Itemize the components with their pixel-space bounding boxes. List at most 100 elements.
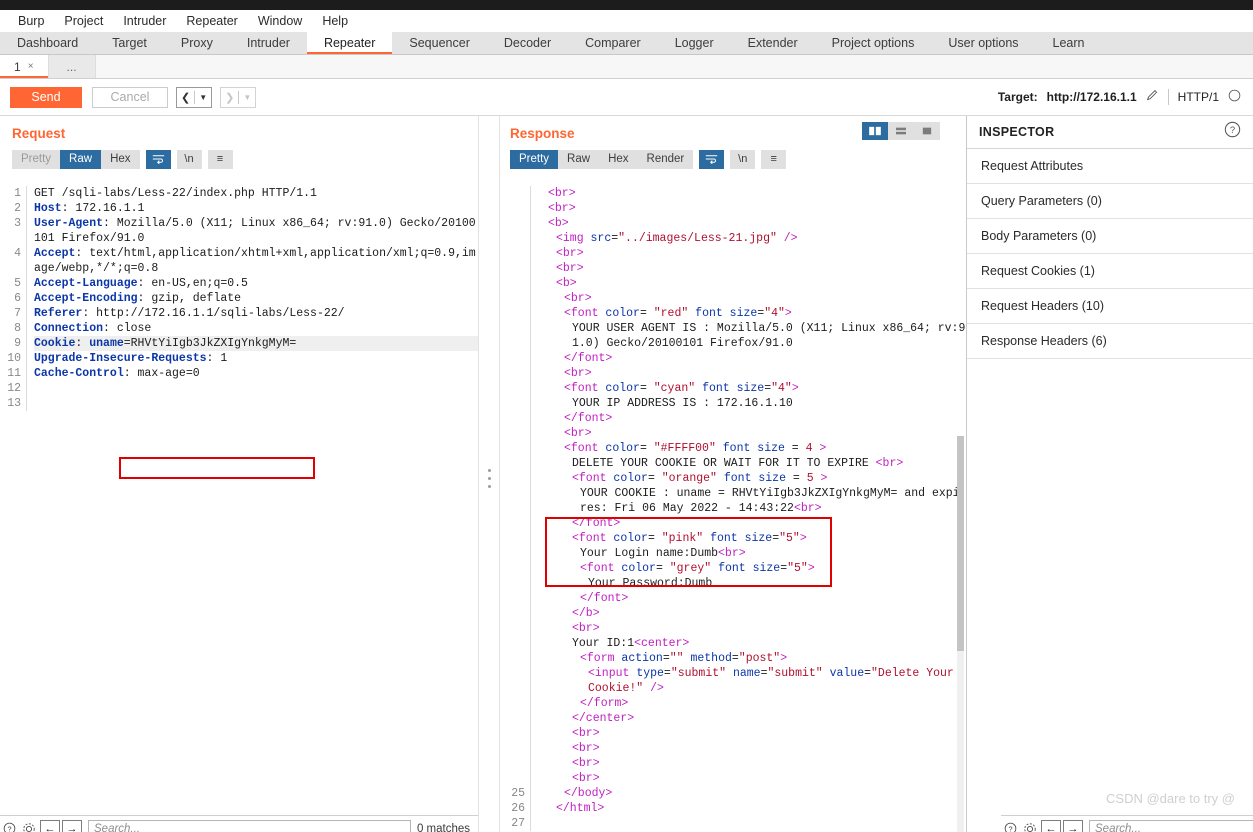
send-button[interactable]: Send [10, 86, 82, 108]
view-raw[interactable]: Raw [558, 150, 599, 169]
help-icon[interactable]: ? [0, 820, 19, 832]
word-wrap-icon[interactable] [145, 149, 171, 169]
view-raw[interactable]: Raw [60, 149, 102, 169]
code-token: </center> [572, 712, 635, 725]
line-number: 7 [14, 307, 21, 320]
inspector-row-body-parameters-0[interactable]: Body Parameters (0) [967, 219, 1253, 254]
menu-item-burp[interactable]: Burp [8, 14, 54, 28]
view-pretty[interactable]: Pretty [12, 150, 60, 169]
line-number: 2 [14, 202, 21, 215]
repeater-tab-1[interactable]: 1 × [0, 55, 48, 78]
line-number [500, 741, 525, 756]
request-menu-icon[interactable]: ≡ [207, 149, 233, 169]
search-prev-button[interactable]: ← [40, 820, 60, 832]
view-render[interactable]: Render [638, 150, 694, 169]
response-view-toolbar: Pretty Raw Hex Render \n ≡ [500, 147, 966, 171]
tab-learn[interactable]: Learn [1036, 32, 1102, 54]
line-number: 10 [7, 352, 21, 365]
tab-comparer[interactable]: Comparer [568, 32, 658, 54]
code-token: "4" [764, 307, 785, 320]
tab-project-options[interactable]: Project options [815, 32, 932, 54]
line-number [500, 321, 525, 351]
code-token: User-Agent [34, 217, 104, 230]
word-wrap-icon[interactable] [699, 149, 725, 169]
code-token: font size [718, 562, 781, 575]
response-scrollbar[interactable] [957, 436, 964, 832]
code-line: <br> [540, 741, 966, 756]
tab-target[interactable]: Target [95, 32, 164, 54]
line-number: 26 [511, 802, 525, 815]
code-token: = [639, 382, 654, 395]
response-editor[interactable]: 25 26 27 <br> <br> <b> <img src="../images/Le… [500, 186, 966, 832]
view-hex[interactable]: Hex [101, 150, 139, 169]
history-forward-button[interactable]: ❯ ▼ [220, 86, 257, 108]
tab-logger[interactable]: Logger [658, 32, 731, 54]
request-text[interactable]: GET /sqli-labs/Less-22/index.php HTTP/1.… [26, 186, 478, 411]
split-horizontal-icon[interactable] [888, 122, 914, 140]
help-circle-icon[interactable] [1228, 89, 1241, 105]
code-token: <center> [634, 637, 690, 650]
code-token: src [590, 232, 612, 245]
inspector-row-request-attributes[interactable]: Request Attributes [967, 149, 1253, 184]
view-pretty[interactable]: Pretty [510, 149, 559, 169]
line-number [500, 351, 525, 366]
panel-splitter[interactable] [478, 116, 500, 832]
response-search-placeholder: Search... [1095, 822, 1142, 832]
view-hex[interactable]: Hex [599, 150, 637, 169]
cancel-button: Cancel [92, 86, 168, 108]
menu-item-repeater[interactable]: Repeater [176, 14, 247, 28]
show-newlines-icon[interactable]: \n [730, 149, 756, 169]
http-version-label[interactable]: HTTP/1 [1178, 90, 1219, 104]
code-line: <br> [540, 771, 966, 786]
pencil-icon[interactable] [1146, 89, 1159, 105]
response-menu-icon[interactable]: ≡ [761, 149, 787, 169]
search-prev-button[interactable]: ← [1041, 820, 1061, 832]
inspector-row-response-headers-6[interactable]: Response Headers (6) [967, 324, 1253, 359]
show-newlines-icon[interactable]: \n [176, 149, 202, 169]
help-circle-icon[interactable]: ? [1224, 121, 1241, 143]
code-token: color [621, 562, 656, 575]
inspector-title: INSPECTOR [979, 125, 1055, 139]
request-line-numbers: 1 2 3 4 5 6 7 8 9 10 11 12 13 [0, 186, 26, 411]
search-next-button[interactable]: → [62, 820, 82, 832]
search-next-button[interactable]: → [1063, 820, 1083, 832]
code-token: color [605, 307, 640, 320]
code-token: <br> [564, 292, 592, 305]
tab-intruder[interactable]: Intruder [230, 32, 307, 54]
menu-item-project[interactable]: Project [54, 14, 113, 28]
tab-user-options[interactable]: User options [931, 32, 1035, 54]
tab-proxy[interactable]: Proxy [164, 32, 230, 54]
inspector-row-query-parameters-0[interactable]: Query Parameters (0) [967, 184, 1253, 219]
code-token: <input [588, 667, 637, 680]
inspector-row-request-headers-10[interactable]: Request Headers (10) [967, 289, 1253, 324]
close-icon[interactable]: × [28, 61, 34, 72]
history-back-button[interactable]: ❮ ▼ [176, 86, 213, 108]
menu-item-intruder[interactable]: Intruder [113, 14, 176, 28]
split-vertical-icon[interactable] [862, 122, 888, 140]
response-search-input[interactable]: Search... [1089, 820, 1253, 832]
code-token: font size [695, 307, 758, 320]
gear-icon[interactable] [19, 820, 38, 832]
repeater-tab-more[interactable]: ... [47, 55, 95, 78]
single-pane-icon[interactable] [914, 122, 940, 140]
line-number: 25 [511, 787, 525, 800]
response-text[interactable]: <br> <br> <b> <img src="../images/Less-21.j… [530, 186, 966, 831]
tab-extender[interactable]: Extender [731, 32, 815, 54]
gear-icon[interactable] [1020, 820, 1039, 832]
tab-decoder[interactable]: Decoder [487, 32, 568, 54]
request-editor[interactable]: 1 2 3 4 5 6 7 8 9 10 11 12 13 GET /sqli-labs/Less-22… [0, 186, 478, 832]
tab-dashboard[interactable]: Dashboard [0, 32, 95, 54]
help-icon[interactable]: ? [1001, 820, 1020, 832]
request-search-input[interactable]: Search... [88, 820, 411, 832]
tab-sequencer[interactable]: Sequencer [392, 32, 486, 54]
line-number: 11 [7, 367, 21, 380]
menu-item-window[interactable]: Window [248, 14, 312, 28]
inspector-row-request-cookies-1[interactable]: Request Cookies (1) [967, 254, 1253, 289]
code-token: > [813, 472, 828, 485]
code-token: <font [564, 442, 606, 455]
scrollbar-thumb[interactable] [957, 436, 964, 651]
tab-repeater[interactable]: Repeater [306, 32, 393, 54]
code-token: <b> [556, 277, 577, 290]
menu-item-help[interactable]: Help [312, 14, 358, 28]
